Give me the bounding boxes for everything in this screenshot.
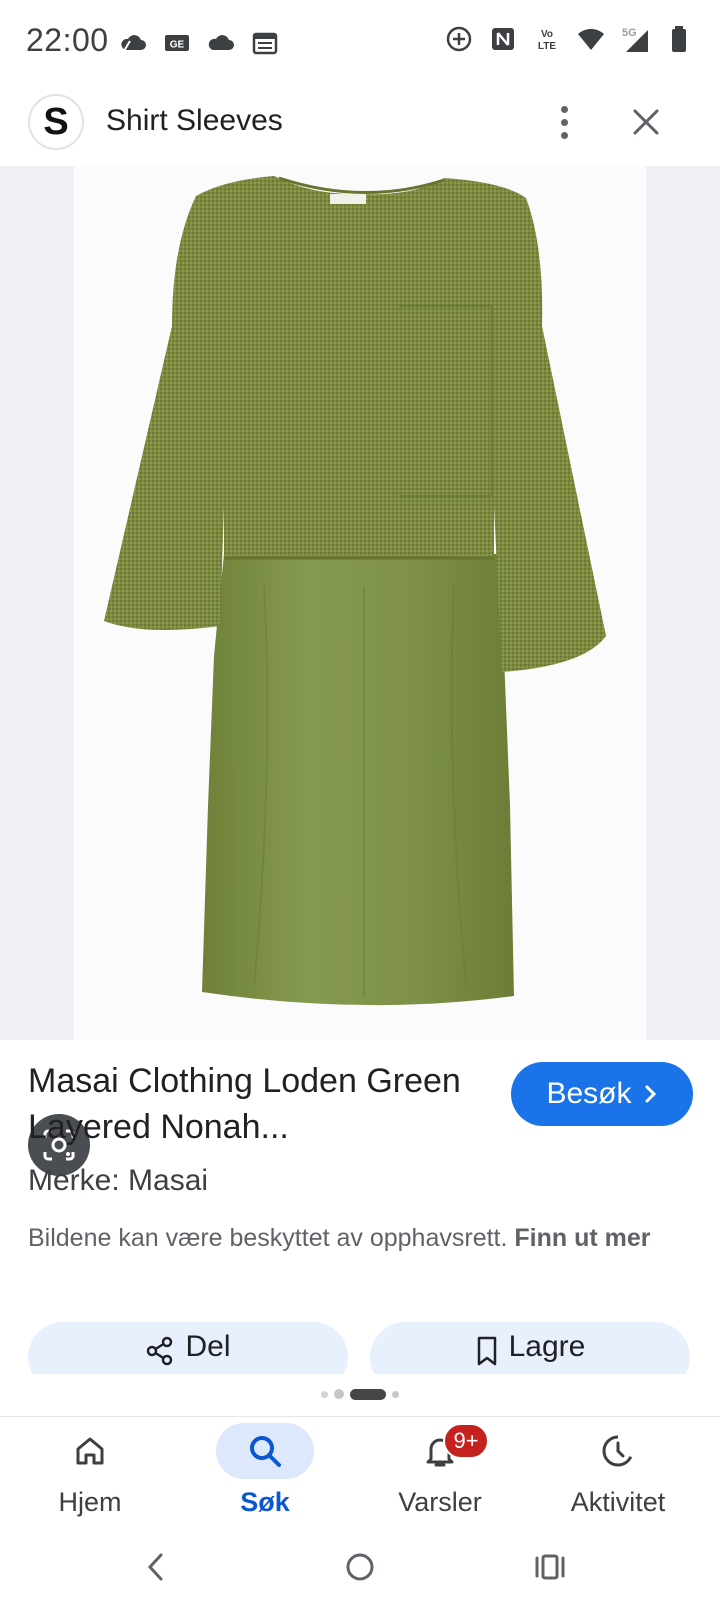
- copyright-text: Bildene kan være beskyttet av opphavsret…: [28, 1224, 508, 1252]
- home-icon: [76, 1437, 104, 1465]
- status-bar: 22:00 GE Vo LTE 5G: [0, 0, 720, 86]
- notification-badge: 9+: [443, 1423, 489, 1459]
- calendar-icon: [252, 32, 278, 55]
- system-nav-bar: [0, 1535, 720, 1600]
- close-icon[interactable]: [622, 98, 670, 146]
- garment-label: [330, 194, 366, 204]
- bookmark-icon: [477, 1336, 496, 1366]
- nav-search-label: Søk: [240, 1487, 290, 1517]
- result-header: S Shirt Sleeves: [0, 86, 720, 166]
- nav-notifications-label: Varsler: [398, 1487, 482, 1517]
- search-icon: [250, 1436, 281, 1467]
- visit-label: Besøk: [546, 1077, 632, 1110]
- carousel-dots: [0, 1386, 720, 1402]
- nav-notifications[interactable]: 9+ Varsler: [350, 1417, 530, 1535]
- dress-skirt: [202, 554, 514, 1006]
- site-title[interactable]: Shirt Sleeves: [106, 104, 283, 138]
- share-label: Del: [185, 1330, 231, 1363]
- home-circle-icon: [346, 1553, 374, 1581]
- dot: [560, 131, 568, 139]
- status-time: 22:00: [26, 22, 109, 58]
- product-image[interactable]: [74, 166, 646, 1040]
- signal-5g-icon: 5G: [622, 27, 648, 52]
- action-row: Del Lagre: [28, 1322, 692, 1374]
- chevron-right-icon: [645, 1085, 656, 1103]
- dot: [560, 105, 568, 113]
- add-circle-icon: [446, 26, 472, 52]
- wifi-icon: [578, 28, 604, 50]
- svg-text:LTE: LTE: [538, 41, 556, 52]
- save-button[interactable]: Lagre: [370, 1322, 690, 1374]
- visit-button[interactable]: Besøk: [511, 1062, 693, 1126]
- svg-text:GE: GE: [170, 40, 185, 51]
- cloud-icon: [208, 35, 234, 50]
- volte-icon: VoLTE: [538, 29, 556, 52]
- site-logo[interactable]: S: [28, 94, 84, 150]
- nav-activity[interactable]: Aktivitet: [528, 1417, 708, 1535]
- recents-icon: [535, 1554, 565, 1580]
- cloud-icon: [121, 35, 146, 52]
- status-right-icons: Vo LTE 5G: [444, 24, 694, 54]
- product-image-area[interactable]: [0, 166, 720, 1176]
- share-icon: [147, 1336, 173, 1366]
- share-button[interactable]: Del: [28, 1322, 348, 1374]
- dot: [560, 118, 568, 126]
- svg-text:Vo: Vo: [541, 29, 553, 40]
- carousel-dot: [321, 1390, 328, 1398]
- battery-icon: [672, 26, 686, 52]
- back-arrow-icon: [147, 1553, 163, 1581]
- carousel-dot: [334, 1389, 344, 1399]
- copyright-notice: Bildene kan være beskyttet av opphavsret…: [28, 1220, 688, 1257]
- product-title[interactable]: Masai Clothing Loden Green Layered Nonah…: [28, 1058, 468, 1150]
- svg-text:5G: 5G: [622, 27, 637, 39]
- dress-illustration: [104, 176, 606, 1006]
- bottom-nav: Hjem Søk 9+ Varsler Aktivitet: [0, 1417, 720, 1535]
- carousel-dot: [392, 1390, 399, 1398]
- activity-icon: [602, 1435, 634, 1467]
- system-home-button[interactable]: [336, 1545, 384, 1589]
- system-back-button[interactable]: [132, 1545, 180, 1589]
- brand-line: Merke: Masai: [28, 1164, 209, 1197]
- nav-activity-label: Aktivitet: [570, 1487, 666, 1517]
- nav-home-label: Hjem: [58, 1487, 122, 1517]
- more-options-button[interactable]: [542, 98, 586, 146]
- learn-more-link[interactable]: Finn ut mer: [514, 1224, 650, 1252]
- status-left-icons: GE: [118, 28, 280, 58]
- nav-home[interactable]: Hjem: [0, 1417, 180, 1535]
- carousel-dot-active: [350, 1388, 386, 1400]
- ge-icon: GE: [165, 35, 189, 51]
- nav-search[interactable]: Søk: [175, 1417, 355, 1535]
- system-recents-button[interactable]: [526, 1545, 574, 1589]
- save-label: Lagre: [508, 1330, 586, 1363]
- nfc-icon: [492, 28, 514, 50]
